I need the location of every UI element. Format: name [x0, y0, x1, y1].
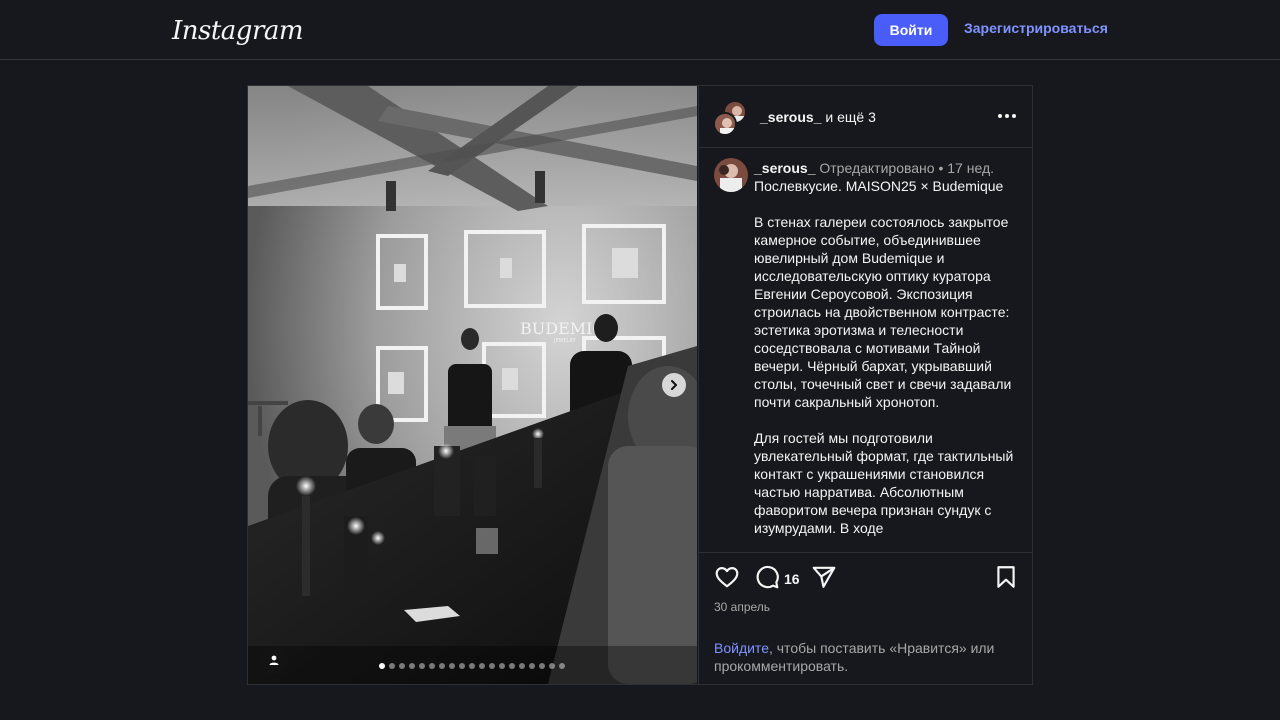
top-nav: Instagram Войти Зарегистрироваться — [0, 0, 1280, 60]
slide-dot — [559, 663, 565, 669]
login-button[interactable]: Войти — [874, 14, 948, 46]
slide-dot — [439, 663, 445, 669]
chevron-right-icon — [671, 380, 677, 390]
slide-dot — [549, 663, 555, 669]
post-date: 30 апрель — [714, 600, 771, 614]
user-tag-button[interactable] — [260, 646, 288, 674]
slide-dot — [419, 663, 425, 669]
slide-dot — [399, 663, 405, 669]
avatar — [713, 112, 737, 136]
slide-dot — [529, 663, 535, 669]
comment-button[interactable] — [754, 564, 780, 595]
caption-title: Послевкусие. MAISON25 × Budemique — [754, 178, 1004, 194]
login-link[interactable]: Войдите — [714, 640, 769, 656]
caption-avatar[interactable] — [714, 158, 748, 192]
like-button[interactable] — [714, 564, 740, 595]
bookmark-icon — [997, 566, 1015, 588]
caption-paragraph-1: В стенах галереи состоялось закрытое кам… — [754, 214, 1012, 410]
author-username[interactable]: _serous_ — [760, 109, 821, 125]
post-authors[interactable]: _serous_ и ещё 3 — [760, 109, 876, 125]
slide-dot — [389, 663, 395, 669]
share-button[interactable] — [811, 564, 837, 595]
caption-username[interactable]: _serous_ — [754, 160, 815, 176]
slide-dot — [429, 663, 435, 669]
event-photo: BUDEMIQ JEWELRY — [248, 86, 697, 684]
more-horizontal-icon-dot — [1005, 114, 1009, 118]
projection-brand: BUDEMIQ — [520, 319, 606, 338]
more-horizontal-icon-dot — [1012, 114, 1016, 118]
more-options-button[interactable] — [995, 106, 1019, 126]
slide-dot — [409, 663, 415, 669]
slide-dot — [509, 663, 515, 669]
signup-link[interactable]: Зарегистрироваться — [964, 20, 1108, 36]
coauthor-avatars[interactable] — [713, 100, 749, 136]
slide-dot — [499, 663, 505, 669]
caption-text: _serous_ Отредактировано • 17 нед. После… — [754, 159, 1026, 537]
post-time-ago: 17 нед. — [947, 160, 994, 176]
caption-section[interactable]: _serous_ Отредактировано • 17 нед. После… — [699, 149, 1033, 553]
instagram-logo[interactable]: Instagram — [172, 16, 304, 46]
slide-indicator — [379, 663, 565, 669]
caption-meta: _serous_ Отредактировано • 17 нед. — [754, 159, 1026, 177]
slide-dot — [479, 663, 485, 669]
meta-separator: • — [938, 160, 944, 176]
slide-dot — [469, 663, 475, 669]
slide-dot — [449, 663, 455, 669]
post-header: _serous_ и ещё 3 — [699, 86, 1033, 148]
save-button[interactable] — [993, 564, 1019, 595]
user-tag-icon — [269, 655, 279, 665]
slide-dot — [459, 663, 465, 669]
edited-label: Отредактировано — [819, 160, 935, 176]
caption-paragraph-2: Для гостей мы подготовили увлекательный … — [754, 430, 1014, 536]
post-actions: 16 — [699, 564, 1033, 594]
post-card: BUDEMIQ JEWELRY _serous_ и ещё 3 _serous… — [247, 85, 1033, 685]
slide-dot — [379, 663, 385, 669]
coauthors-suffix[interactable]: и ещё 3 — [821, 109, 876, 125]
slide-dot — [519, 663, 525, 669]
login-prompt: Войдите, чтобы поставить «Нравится» или … — [714, 639, 1024, 675]
projection-sub: JEWELRY — [553, 338, 577, 344]
more-horizontal-icon — [998, 114, 1002, 118]
next-slide-button[interactable] — [662, 373, 686, 397]
heart-icon — [715, 567, 739, 588]
post-sidebar: _serous_ и ещё 3 _serous_ Отредактирован… — [698, 86, 1033, 684]
post-image[interactable]: BUDEMIQ JEWELRY — [248, 86, 697, 684]
comment-icon — [756, 565, 779, 589]
slide-dot — [539, 663, 545, 669]
paper-plane-icon — [812, 566, 836, 588]
slide-dot — [489, 663, 495, 669]
comment-count: 16 — [784, 571, 800, 587]
